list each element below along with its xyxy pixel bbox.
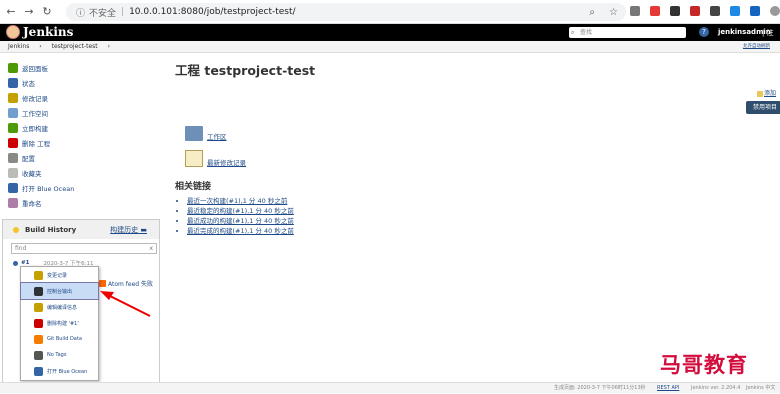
recent-changes-label: 最新修改记录 bbox=[207, 158, 246, 167]
workspace-link[interactable]: 工作区 bbox=[185, 125, 227, 141]
permalink-item[interactable]: 最近一次构建(#1),1 分 40 秒之前 bbox=[187, 196, 294, 206]
permalink-item[interactable]: 最近成功的构建(#1),1 分 40 秒之前 bbox=[187, 216, 294, 226]
watermark: 马哥教育 bbox=[660, 353, 748, 377]
pencil-icon bbox=[757, 90, 763, 97]
related-links-title: 相关链接 bbox=[175, 182, 212, 192]
generated-time: 生成页面: 2020-3-7 下午06时11分13秒 bbox=[554, 385, 646, 391]
recent-changes-link[interactable]: 最新修改记录 bbox=[185, 150, 246, 167]
edit-description-link[interactable]: 添加 bbox=[757, 88, 776, 97]
jenkins-version-link[interactable]: Jenkins ver. 2.204.4 bbox=[691, 383, 740, 394]
edit-description-label: 添加 bbox=[764, 90, 777, 97]
permalink-item[interactable]: 最近完成的构建(#1),1 分 40 秒之前 bbox=[187, 226, 294, 236]
annotation-arrow bbox=[100, 291, 151, 317]
locale-link[interactable]: Jenkins 中文 bbox=[746, 383, 775, 394]
disable-project-button[interactable]: 禁用项目 bbox=[746, 101, 780, 114]
permalinks-list: 最近一次构建(#1),1 分 40 秒之前最近稳定的构建(#1),1 分 40 … bbox=[187, 196, 294, 236]
rest-api-link[interactable]: REST API bbox=[657, 383, 679, 394]
main-panel: 工程 testproject-test bbox=[175, 60, 315, 79]
permalink-item[interactable]: 最近稳定的构建(#1),1 分 40 秒之前 bbox=[187, 206, 294, 216]
notepad-icon bbox=[185, 150, 203, 167]
workspace-label: 工作区 bbox=[207, 133, 227, 141]
page-title: 工程 testproject-test bbox=[175, 63, 316, 78]
folder-icon bbox=[185, 125, 203, 141]
page-footer: 生成页面: 2020-3-7 下午06时11分13秒 REST API Jenk… bbox=[0, 382, 780, 393]
